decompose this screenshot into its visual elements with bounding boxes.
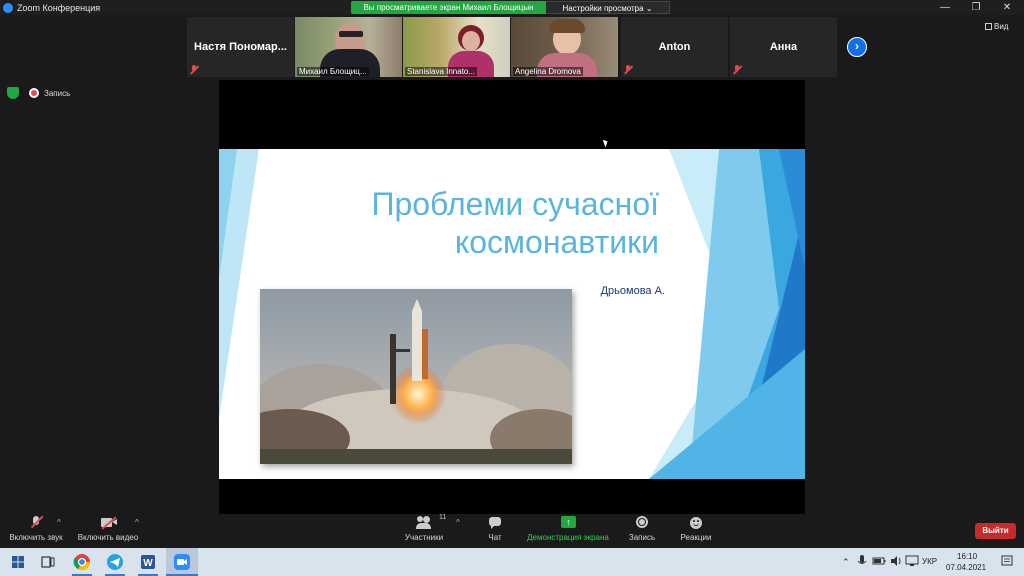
chat-label: Чат [488,533,502,542]
participant-video-tile[interactable]: Stanislava Innato... [403,17,510,77]
participants-label: Участники [404,533,444,542]
participant-name: Anton [658,41,691,53]
tray-expand-icon[interactable]: ⌃ [842,557,850,568]
leave-button[interactable]: Выйти [975,523,1016,539]
muted-microphone-icon [29,515,44,529]
share-screen-label: Демонстрация экрана [527,533,609,542]
participants-button[interactable]: 11 Участники [400,514,448,542]
muted-mic-icon [733,65,742,75]
slide-title-line: Проблеми сучасної [371,186,659,222]
chat-icon [488,516,502,529]
chat-button[interactable]: Чат [480,516,510,542]
recording-icon [29,88,39,98]
telegram-icon[interactable] [105,552,125,572]
task-view-icon[interactable] [38,552,58,572]
clock-time[interactable]: 16:10 [957,552,977,561]
start-video-button[interactable]: Включить видео [75,516,141,542]
minimize-button[interactable]: — [930,0,960,15]
word-icon[interactable]: W [138,552,158,572]
participant-video-tile[interactable]: Angelina Dromova [511,17,618,77]
muted-mic-icon [624,65,633,75]
window-title: Zoom Конференция [17,2,101,13]
encryption-shield-icon[interactable] [7,87,19,99]
record-icon [635,516,649,529]
speaker-icon[interactable] [889,553,903,569]
participant-name: Анна [769,41,798,53]
record-label: Запись [628,533,656,542]
presentation-slide: Проблеми сучасної космонавтики Дрьомова … [219,149,805,479]
chrome-icon[interactable] [72,552,92,572]
view-toggle[interactable]: Вид [985,22,1008,31]
audio-options-caret[interactable]: ^ [57,518,61,527]
participant-label: Михаил Блощиц... [297,67,369,76]
participant-tile[interactable]: Настя Пономар... [187,17,294,77]
view-options-button[interactable]: Настройки просмотра ⌄ [546,1,670,14]
windows-taskbar: W ⌃ УКР 16:10 07.04.2021 [0,548,1024,576]
participant-tile[interactable]: Анна [730,17,837,77]
participant-name: Настя Пономар... [194,41,287,53]
rocket-launch-image [260,289,572,464]
video-off-icon [101,516,117,530]
windows-start-icon[interactable] [8,552,28,572]
share-screen-button[interactable]: ↑ Демонстрация экрана [526,516,610,542]
recording-label: Запись [44,89,71,98]
participants-count: 11 [439,514,447,521]
smiley-icon [689,516,703,529]
participant-video-tile[interactable]: Михаил Блощиц... [295,17,402,77]
reactions-label: Реакции [680,533,712,542]
clock-date[interactable]: 07.04.2021 [946,563,986,572]
maximize-button[interactable]: ❐ [961,0,991,15]
grid-icon [985,23,992,31]
next-page-button[interactable]: › [847,37,867,57]
slide-author: Дрьомова А. [600,285,665,297]
meeting-toolbar: Включить звук ^ Включить видео ^ 11 Учас… [0,514,1024,548]
svg-text:W: W [143,558,153,569]
close-button[interactable]: ✕ [992,0,1022,15]
battery-icon[interactable] [872,553,886,569]
muted-mic-icon [190,65,199,75]
participant-label: Stanislava Innato... [405,67,478,76]
zoom-logo-icon [3,2,13,13]
notifications-icon[interactable] [1000,553,1014,569]
share-screen-icon: ↑ [561,516,576,529]
slide-title: Проблеми сучасної космонавтики [339,185,659,261]
view-label: Вид [994,22,1009,31]
share-banner: Вы просматриваете экран Михаил Блощицын [351,1,546,14]
slide-title-line: космонавтики [454,224,659,260]
video-options-caret[interactable]: ^ [135,518,139,527]
participant-tile[interactable]: Anton [621,17,728,77]
microphone-tray-icon[interactable] [856,553,868,569]
start-video-label: Включить видео [77,533,139,542]
participants-icon: 11 [416,514,446,529]
zoom-taskbar-icon[interactable] [172,552,192,572]
participants-options-caret[interactable]: ^ [456,518,460,527]
unmute-label: Включить звук [9,533,63,542]
reactions-button[interactable]: Реакции [678,516,714,542]
zoom-window: Zoom Конференция — ❐ ✕ Вы просматриваете… [0,0,1024,576]
language-indicator[interactable]: УКР [922,557,937,566]
network-icon[interactable] [905,553,919,569]
participant-label: Angelina Dromova [513,67,583,76]
record-button[interactable]: Запись [626,516,658,542]
